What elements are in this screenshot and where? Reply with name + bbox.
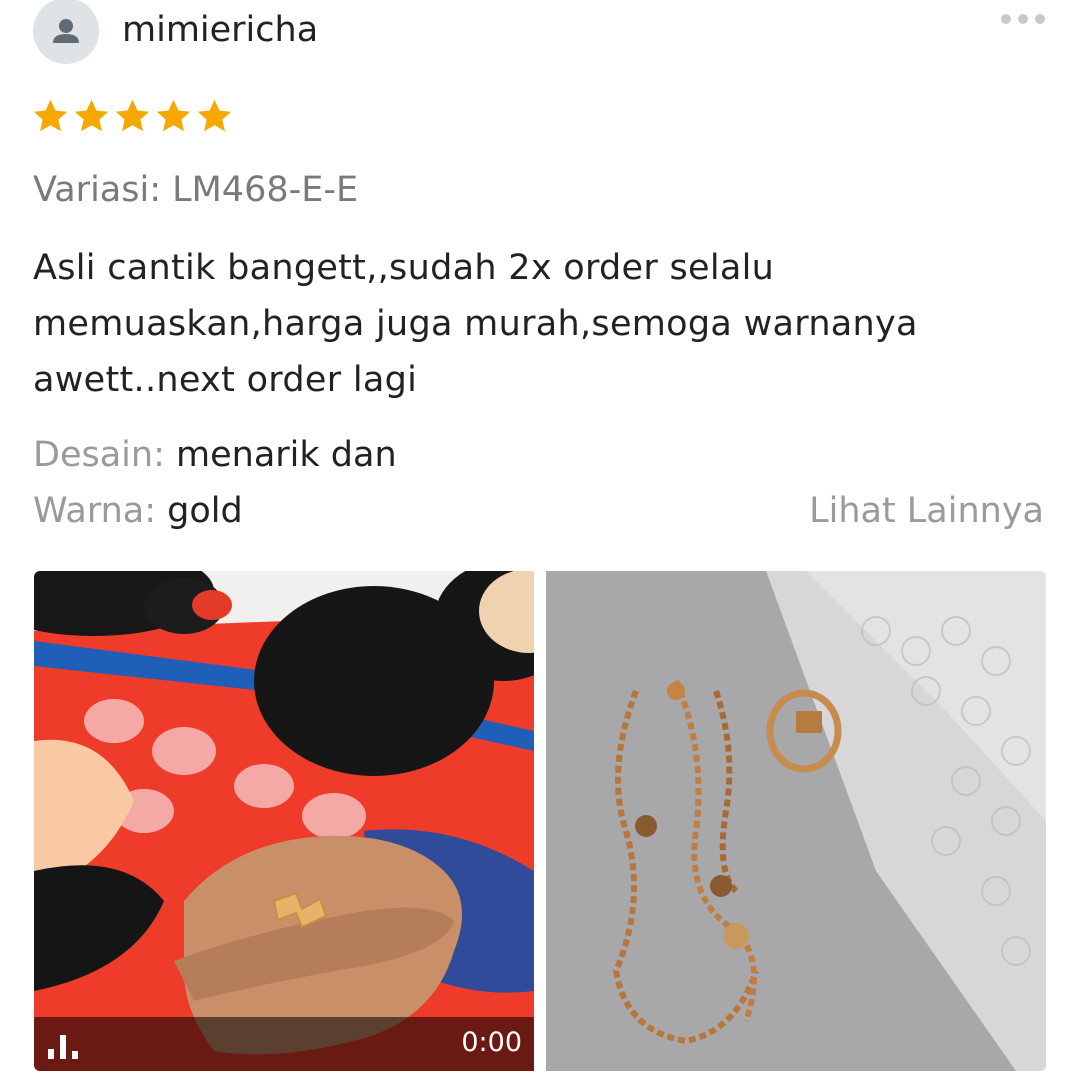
attribute-label: Desain:	[33, 435, 165, 475]
attribute-desain: Desain: menarik dan	[33, 431, 397, 479]
more-options-button[interactable]	[996, 6, 1052, 32]
star-icon	[115, 99, 150, 132]
attribute-warna: Warna: gold	[33, 487, 243, 535]
star-icon	[74, 99, 109, 132]
star-icon	[156, 99, 191, 132]
attribute-label: Warna:	[33, 491, 157, 531]
video-duration: 0:00	[461, 1027, 522, 1058]
user-silhouette-icon	[53, 19, 79, 43]
star-icon	[33, 99, 68, 132]
review-video-thumbnail[interactable]: 0:00	[34, 571, 534, 1071]
attribute-value: gold	[167, 491, 243, 531]
jewelry-photo-image	[546, 571, 1046, 1071]
star-rating	[30, 94, 235, 138]
review-card: mimiericha Variasi: LM468-E-E Asli canti…	[0, 0, 1080, 1080]
video-controls-bar: 0:00	[34, 1017, 534, 1071]
see-more-link[interactable]: Lihat Lainnya	[809, 487, 1044, 535]
attribute-value: menarik dan	[176, 435, 397, 475]
user-avatar[interactable]	[33, 0, 99, 64]
star-icon	[197, 99, 232, 132]
more-dots-icon	[1001, 14, 1045, 24]
video-signal-icon	[48, 1035, 78, 1059]
review-text: Asli cantik bangett,,sudah 2x order sela…	[33, 248, 918, 400]
username[interactable]: mimiericha	[122, 6, 318, 54]
variation-label: Variasi: LM468-E-E	[33, 170, 359, 210]
review-photo-thumbnail[interactable]	[546, 571, 1046, 1071]
video-frame-image	[34, 571, 534, 1071]
